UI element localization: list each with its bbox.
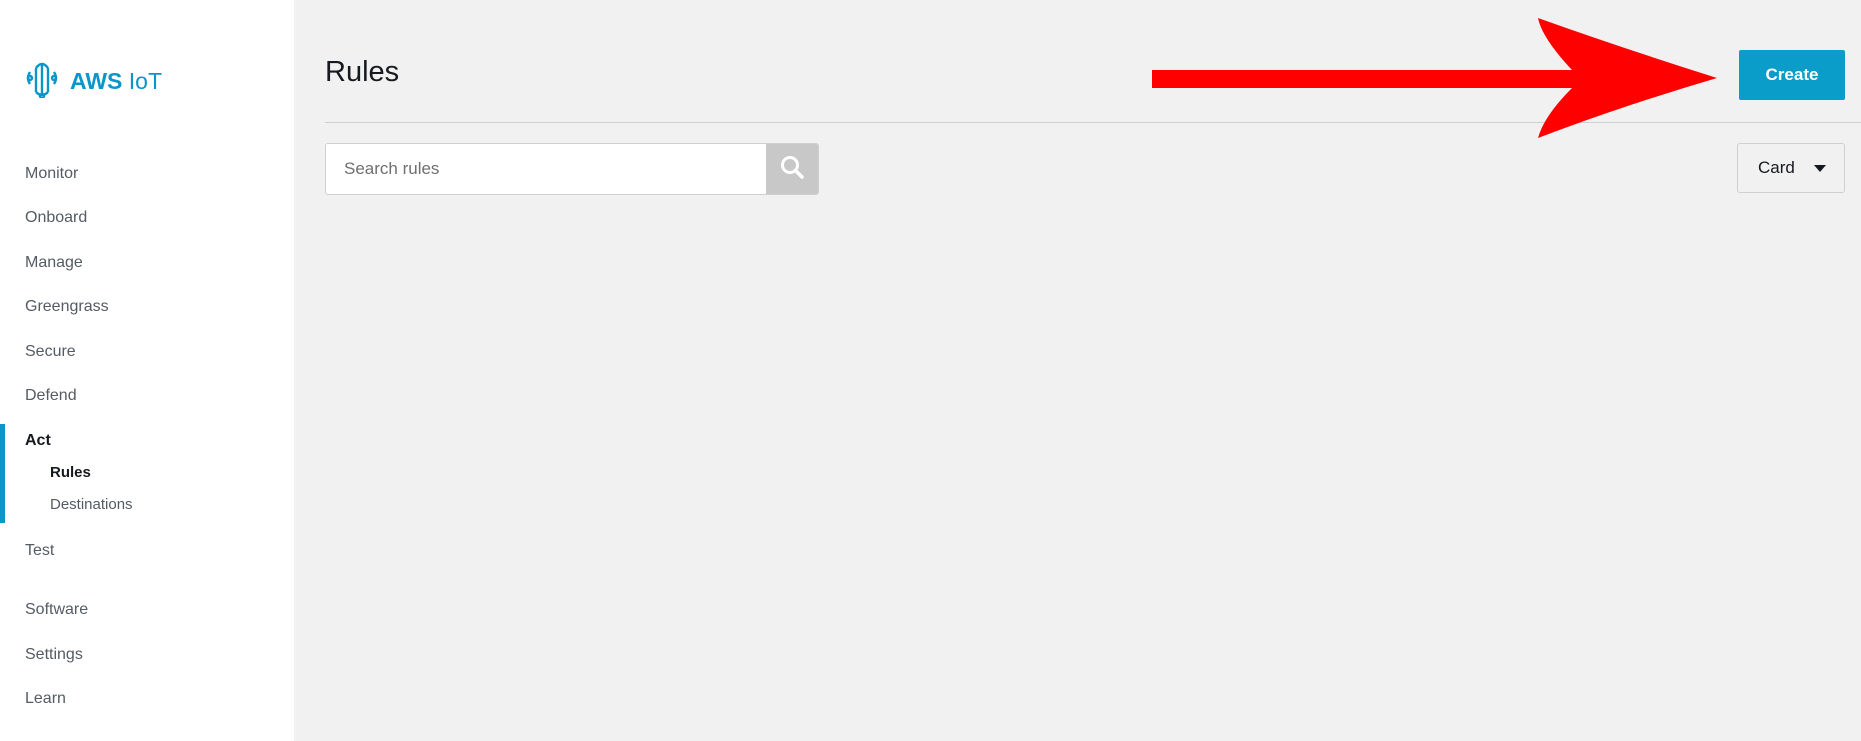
view-mode-select[interactable]: Card: [1737, 143, 1845, 193]
caret-down-icon: [1814, 164, 1826, 172]
sidebar-item-secure[interactable]: Secure: [25, 343, 76, 361]
sidebar-item-defend[interactable]: Defend: [25, 387, 77, 405]
search-box: [325, 143, 819, 195]
sidebar-item-greengrass[interactable]: Greengrass: [25, 298, 109, 316]
red-arrow-icon: [1152, 18, 1724, 145]
search-button[interactable]: [766, 144, 818, 194]
active-section-indicator: [0, 424, 5, 523]
page-title: Rules: [325, 56, 400, 88]
sidebar-item-learn[interactable]: Learn: [25, 690, 66, 708]
sidebar-subitem-rules[interactable]: Rules: [50, 464, 91, 481]
sidebar-subitem-destinations[interactable]: Destinations: [50, 496, 133, 513]
sidebar-item-monitor[interactable]: Monitor: [25, 165, 78, 183]
sidebar-item-onboard[interactable]: Onboard: [25, 209, 87, 227]
search-input[interactable]: [326, 144, 766, 194]
aws-iot-logo[interactable]: AWS IoT: [24, 60, 162, 102]
aws-iot-chip-icon: [24, 60, 60, 103]
create-button[interactable]: Create: [1739, 50, 1845, 100]
sidebar-item-software[interactable]: Software: [25, 601, 88, 619]
search-icon: [779, 154, 805, 185]
sidebar-item-manage[interactable]: Manage: [25, 254, 83, 272]
view-mode-value: Card: [1758, 158, 1795, 177]
sidebar-item-test[interactable]: Test: [25, 542, 54, 560]
sidebar: AWS IoT Monitor Onboard Manage Greengras…: [0, 0, 294, 741]
sidebar-item-settings[interactable]: Settings: [25, 646, 83, 664]
sidebar-item-act[interactable]: Act: [25, 432, 51, 450]
logo-text: AWS IoT: [70, 67, 163, 94]
